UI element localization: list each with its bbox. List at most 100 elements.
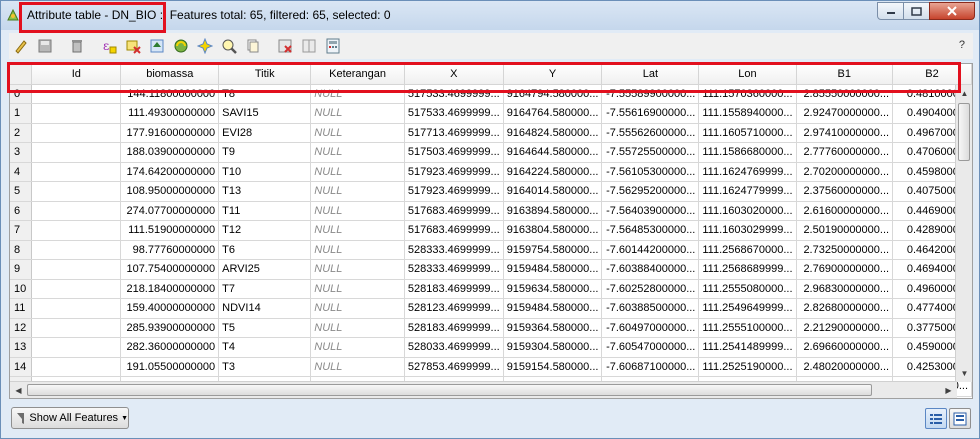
column-header-biomassa[interactable]: biomassa xyxy=(120,64,220,85)
column-header-lat[interactable]: Lat xyxy=(601,64,700,85)
cell-lat[interactable]: -7.60144200000... xyxy=(601,240,700,260)
table-row[interactable]: 2 177.91600000000 EVI28 NULL 517713.4699999.… xyxy=(10,123,972,143)
cell-biomassa[interactable]: 188.03900000000 xyxy=(120,142,220,163)
vertical-scrollbar[interactable]: ▲ ▼ xyxy=(955,85,972,382)
cell-keterangan[interactable]: NULL xyxy=(310,298,405,319)
cell-b1[interactable]: 2.70200000000... xyxy=(796,162,894,182)
cell-titik[interactable]: T3 xyxy=(218,357,312,377)
row-number[interactable]: 5 xyxy=(10,181,33,202)
cell-titik[interactable]: T4 xyxy=(218,337,312,358)
unselect-all-button[interactable] xyxy=(121,34,145,58)
copy-rows-button[interactable] xyxy=(241,34,265,58)
cell-b1[interactable]: 2.48020000000... xyxy=(796,357,894,377)
table-row[interactable]: 8 98.77760000000 T6 NULL 528333.4699999... 91… xyxy=(10,240,972,260)
cell-y[interactable]: 9159484.580000... xyxy=(503,259,603,280)
cell-id[interactable] xyxy=(31,357,122,377)
column-header-x[interactable]: X xyxy=(404,64,504,85)
cell-biomassa[interactable]: 108.95000000000 xyxy=(120,181,220,202)
zoom-to-selected-button[interactable] xyxy=(217,34,241,58)
column-header-y[interactable]: Y xyxy=(503,64,603,85)
show-features-dropdown[interactable]: Show All Features ▼ xyxy=(11,407,129,429)
cell-titik[interactable]: T10 xyxy=(218,162,312,182)
table-row[interactable]: 3 188.03900000000 T9 NULL 517503.4699999... 9… xyxy=(10,142,972,163)
cell-lon[interactable]: 111.2568670000... xyxy=(698,240,797,260)
cell-b1[interactable]: 2.37560000000... xyxy=(796,181,894,202)
row-number[interactable]: 1 xyxy=(10,103,33,124)
cell-x[interactable]: 528333.4699999... xyxy=(404,240,504,260)
move-selection-top-button[interactable] xyxy=(145,34,169,58)
cell-y[interactable]: 9159154.580000... xyxy=(503,357,603,377)
cell-id[interactable] xyxy=(31,103,122,124)
cell-titik[interactable]: T12 xyxy=(218,220,312,241)
column-header-b1[interactable]: B1 xyxy=(796,64,894,85)
cell-id[interactable] xyxy=(31,84,122,104)
cell-id[interactable] xyxy=(31,181,122,202)
cell-biomassa[interactable]: 111.51900000000 xyxy=(120,220,220,241)
cell-titik[interactable]: T5 xyxy=(218,318,312,338)
cell-b1[interactable]: 2.82680000000... xyxy=(796,298,894,319)
row-number[interactable]: 13 xyxy=(10,337,33,358)
cell-keterangan[interactable]: NULL xyxy=(310,162,405,182)
cell-lon[interactable]: 111.1570360000... xyxy=(698,84,797,104)
help-button[interactable]: ? xyxy=(959,39,965,51)
column-header-titik[interactable]: Titik xyxy=(218,64,312,85)
cell-lon[interactable]: 111.2541489999... xyxy=(698,337,797,358)
cell-y[interactable]: 9164794.580000... xyxy=(503,84,603,104)
minimize-button[interactable] xyxy=(877,2,904,20)
toggle-editing-button[interactable] xyxy=(9,34,33,58)
cell-x[interactable]: 517923.4699999... xyxy=(404,181,504,202)
cell-lat[interactable]: -7.60388400000... xyxy=(601,259,700,280)
row-number[interactable]: 10 xyxy=(10,279,33,299)
table-row[interactable]: 10 218.18400000000 T7 NULL 528183.4699999...… xyxy=(10,279,972,299)
row-number[interactable]: 7 xyxy=(10,220,33,241)
cell-lon[interactable]: 111.2568689999... xyxy=(698,259,797,280)
cell-b1[interactable]: 2.92470000000... xyxy=(796,103,894,124)
table-row[interactable]: 12 285.93900000000 T5 NULL 528183.4699999...… xyxy=(10,318,972,338)
new-column-button[interactable] xyxy=(297,34,321,58)
table-row[interactable]: 7 111.51900000000 T12 NULL 517683.4699999...… xyxy=(10,220,972,241)
cell-lat[interactable]: -7.56403900000... xyxy=(601,201,700,221)
horizontal-scrollbar[interactable]: ◀ ▶ xyxy=(10,381,957,398)
row-number[interactable]: 3 xyxy=(10,142,33,163)
cell-titik[interactable]: T13 xyxy=(218,181,312,202)
table-row[interactable]: 6 274.07700000000 T11 NULL 517683.4699999...… xyxy=(10,201,972,221)
cell-lat[interactable]: -7.60252800000... xyxy=(601,279,700,299)
cell-lon[interactable]: 111.2525190000... xyxy=(698,357,797,377)
cell-x[interactable]: 528123.4699999... xyxy=(404,298,504,319)
cell-keterangan[interactable]: NULL xyxy=(310,84,405,104)
scroll-down-arrow[interactable]: ▼ xyxy=(956,365,972,382)
cell-lon[interactable]: 111.1603020000... xyxy=(698,201,797,221)
cell-lon[interactable]: 111.2555100000... xyxy=(698,318,797,338)
cell-lat[interactable]: -7.55562600000... xyxy=(601,123,700,143)
select-by-expression-button[interactable]: ε xyxy=(97,34,121,58)
cell-lat[interactable]: -7.56295200000... xyxy=(601,181,700,202)
column-header-id[interactable]: Id xyxy=(31,64,122,85)
save-edits-button[interactable] xyxy=(33,34,57,58)
cell-biomassa[interactable]: 177.91600000000 xyxy=(120,123,220,143)
cell-lon[interactable]: 111.1603029999... xyxy=(698,220,797,241)
cell-x[interactable]: 517533.4699999... xyxy=(404,103,504,124)
cell-biomassa[interactable]: 285.93900000000 xyxy=(120,318,220,338)
row-number[interactable]: 14 xyxy=(10,357,33,377)
table-view-button[interactable] xyxy=(925,408,947,429)
cell-y[interactable]: 9159364.580000... xyxy=(503,318,603,338)
cell-biomassa[interactable]: 107.75400000000 xyxy=(120,259,220,280)
cell-b1[interactable]: 2.73250000000... xyxy=(796,240,894,260)
cell-id[interactable] xyxy=(31,162,122,182)
cell-biomassa[interactable]: 159.40000000000 xyxy=(120,298,220,319)
table-row[interactable]: 9 107.75400000000 ARVI25 NULL 528333.4699999… xyxy=(10,259,972,280)
column-header-lon[interactable]: Lon xyxy=(698,64,797,85)
table-row[interactable]: 5 108.95000000000 T13 NULL 517923.4699999...… xyxy=(10,181,972,202)
cell-x[interactable]: 517503.4699999... xyxy=(404,142,504,163)
cell-lat[interactable]: -7.60497000000... xyxy=(601,318,700,338)
cell-y[interactable]: 9163894.580000... xyxy=(503,201,603,221)
cell-biomassa[interactable]: 191.05500000000 xyxy=(120,357,220,377)
cell-b1[interactable]: 2.61600000000... xyxy=(796,201,894,221)
cell-biomassa[interactable]: 282.36000000000 xyxy=(120,337,220,358)
row-number[interactable]: 2 xyxy=(10,123,33,143)
table-row[interactable]: 4 174.64200000000 T10 NULL 517923.4699999...… xyxy=(10,162,972,182)
cell-y[interactable]: 9164014.580000... xyxy=(503,181,603,202)
cell-lon[interactable]: 111.1558940000... xyxy=(698,103,797,124)
cell-lat[interactable]: -7.55589900000... xyxy=(601,84,700,104)
table-row[interactable]: 1 111.49300000000 SAVI15 NULL 517533.4699999… xyxy=(10,103,972,124)
